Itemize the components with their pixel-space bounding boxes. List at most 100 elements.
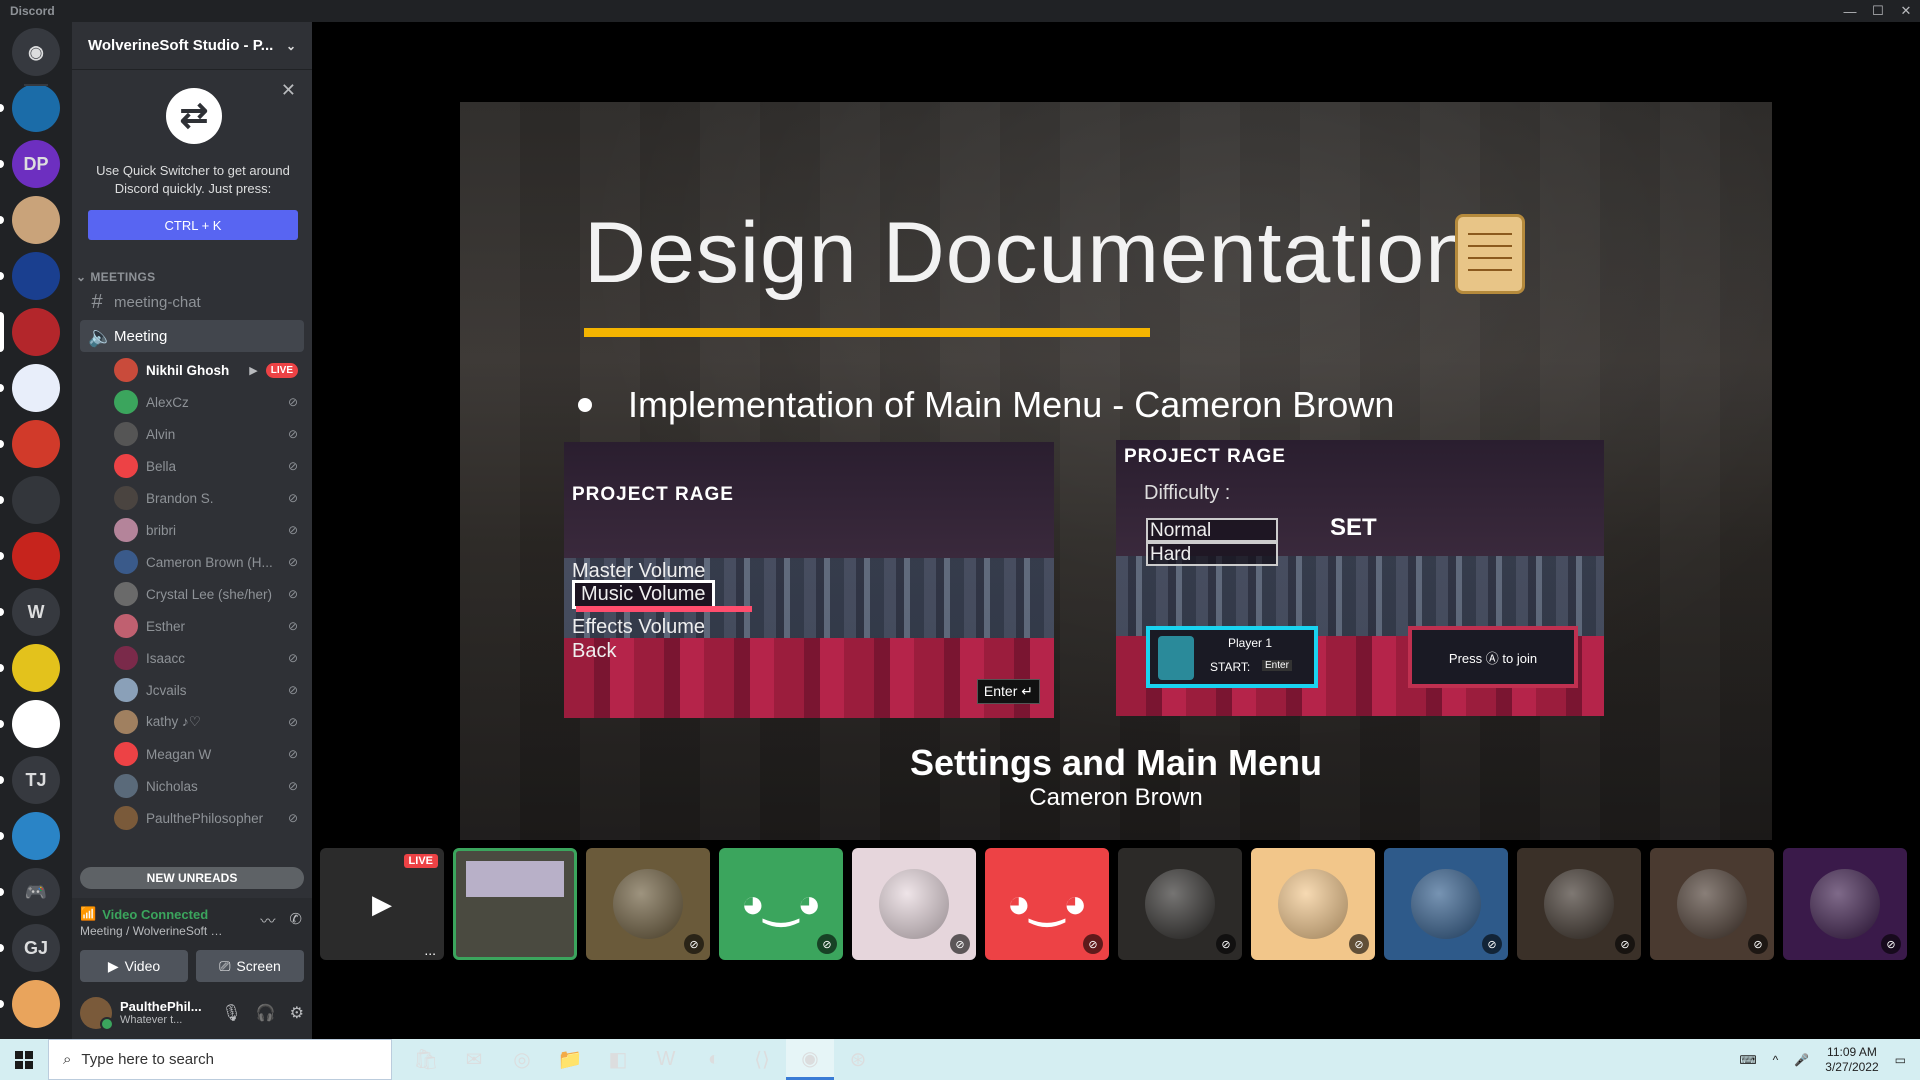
screen-icon: ⎚ <box>219 957 231 974</box>
server-icon[interactable] <box>12 532 60 580</box>
gamepad-icon[interactable]: 🎮 <box>12 868 60 916</box>
participant-tile[interactable]: ⊘ <box>1384 848 1508 960</box>
server-icon[interactable]: GJ <box>12 924 60 972</box>
headphones-icon[interactable]: 🎧 <box>256 1003 276 1023</box>
voice-user[interactable]: Jcvails ⊘ <box>108 674 304 706</box>
voice-user[interactable]: bribri ⊘ <box>108 514 304 546</box>
voice-user[interactable]: Crystal Lee (she/her) ⊘ <box>108 578 304 610</box>
voice-user[interactable]: Nicholas ⊘ <box>108 770 304 802</box>
scroll-icon <box>1455 214 1525 294</box>
server-icon[interactable] <box>12 812 60 860</box>
server-icon[interactable] <box>12 196 60 244</box>
server-icon[interactable] <box>12 420 60 468</box>
discord-taskbar-icon[interactable]: ◉ <box>786 1039 834 1080</box>
notification-icon[interactable]: ▭ <box>1895 1053 1906 1067</box>
keyboard-icon[interactable]: ⌨ <box>1739 1053 1756 1067</box>
server-icon[interactable] <box>12 308 60 356</box>
guild-header[interactable]: WolverineSoft Studio - P... ⌄ <box>72 22 312 70</box>
voice-user-name: Alvin <box>146 426 176 442</box>
server-icon[interactable] <box>12 84 60 132</box>
server-icon[interactable] <box>12 364 60 412</box>
more-icon[interactable]: ... <box>424 942 436 958</box>
minimize-button[interactable]: — <box>1836 0 1864 22</box>
ground-background <box>564 638 1054 718</box>
vscode-icon[interactable]: ⟨⟩ <box>738 1039 786 1080</box>
server-icon[interactable]: W <box>12 588 60 636</box>
category-meetings[interactable]: ⌄ MEETINGS <box>72 270 312 284</box>
taskbar-search[interactable]: ⌕ Type here to search <box>48 1039 392 1080</box>
disconnect-icon[interactable]: ✆ <box>289 910 302 931</box>
voice-channel-meeting[interactable]: 🔈 Meeting <box>80 320 304 352</box>
participant-tile[interactable]: ◕‿◕ ⊘ <box>985 848 1109 960</box>
word-icon[interactable]: W <box>642 1039 690 1080</box>
chevron-up-icon[interactable]: ^ <box>1773 1053 1779 1067</box>
voice-user[interactable]: Brandon S. ⊘ <box>108 482 304 514</box>
voice-user[interactable]: Nikhil Ghosh ▶ LIVE <box>108 354 304 386</box>
avatar <box>114 422 138 446</box>
edge-icon[interactable]: ◐ <box>690 1039 738 1080</box>
voice-user[interactable]: Esther ⊘ <box>108 610 304 642</box>
app-icon[interactable]: ⊛ <box>834 1039 882 1080</box>
avatar <box>114 710 138 734</box>
noise-suppression-icon[interactable]: 〰 <box>260 910 275 931</box>
muted-microphone-icon: ⊘ <box>287 427 298 441</box>
server-icon[interactable]: DP <box>12 140 60 188</box>
participant-tile[interactable]: ⊘ <box>1251 848 1375 960</box>
server-icon[interactable] <box>12 700 60 748</box>
server-icon[interactable] <box>12 476 60 524</box>
close-icon[interactable]: ✕ <box>281 80 296 101</box>
server-icon[interactable] <box>12 644 60 692</box>
github-icon[interactable]: ◎ <box>498 1039 546 1080</box>
muted-microphone-icon: ⊘ <box>287 779 298 793</box>
participant-tile[interactable]: ⊘ <box>852 848 976 960</box>
avatar[interactable] <box>80 996 114 1031</box>
participant-tile[interactable]: ◕‿◕ ⊘ <box>719 848 843 960</box>
voice-user[interactable]: Meagan W ⊘ <box>108 738 304 770</box>
server-icon[interactable] <box>12 980 60 1028</box>
bullet-text: Implementation of Main Menu - Cameron Br… <box>628 384 1395 425</box>
voice-user[interactable]: PaulthePhilosopher ⊘ <box>108 802 304 834</box>
quick-switcher-shortcut-button[interactable]: CTRL + K <box>88 210 298 240</box>
store-icon[interactable]: 🛍 <box>402 1039 450 1080</box>
participant-tile[interactable]: ⊘ <box>586 848 710 960</box>
server-icon[interactable] <box>12 252 60 300</box>
voice-connection-panel: 📶 Video Connected Meeting / WolverineSof… <box>72 898 312 986</box>
menu-item: Effects Volume <box>572 616 706 638</box>
avatar <box>114 358 138 382</box>
maximize-button[interactable]: ☐ <box>1864 0 1892 22</box>
user-info[interactable]: PaulthePhil... Whatever t... <box>120 999 202 1026</box>
voice-buttons: ▶ Video ⎚ Screen <box>80 950 304 982</box>
voice-user[interactable]: Shan⊘ <box>108 834 304 838</box>
voice-user[interactable]: Bella ⊘ <box>108 450 304 482</box>
focused-stream-tile[interactable] <box>453 848 577 960</box>
clock[interactable]: 11:09 AM 3/27/2022 <box>1825 1045 1878 1075</box>
close-window-button[interactable]: ✕ <box>1892 0 1920 22</box>
mail-icon[interactable]: ✉ <box>450 1039 498 1080</box>
voice-user[interactable]: kathy ♪♡ ⊘ <box>108 706 304 738</box>
server-icon[interactable]: TJ <box>12 756 60 804</box>
voice-user[interactable]: Isaacc ⊘ <box>108 642 304 674</box>
folder-icon[interactable]: 📁 <box>546 1039 594 1080</box>
muted-microphone-icon: ⊘ <box>1881 934 1901 954</box>
channel-meeting-chat[interactable]: # meeting-chat <box>80 286 304 318</box>
discord-home-icon[interactable]: ◉ <box>12 28 60 76</box>
voice-user[interactable]: AlexCz ⊘ <box>108 386 304 418</box>
voice-user[interactable]: Alvin ⊘ <box>108 418 304 450</box>
video-button[interactable]: ▶ Video <box>80 950 188 982</box>
shared-screen-slide[interactable]: Design Documentation Implementation of M… <box>460 102 1772 840</box>
mute-microphone-icon[interactable]: 🎙 <box>221 1003 241 1023</box>
participant-tile[interactable]: ⊘ <box>1517 848 1641 960</box>
windows-taskbar: ⌕ Type here to search 🛍 ✉ ◎ 📁 ◧ W ◐ ⟨⟩ ◉… <box>0 1039 1920 1080</box>
participant-tile[interactable]: ⊘ <box>1650 848 1774 960</box>
gear-icon[interactable]: ⚙ <box>290 1003 304 1023</box>
muted-microphone-icon: ⊘ <box>287 747 298 761</box>
participant-tile[interactable]: ⊘ <box>1783 848 1907 960</box>
start-button[interactable] <box>0 1039 48 1080</box>
office-icon[interactable]: ◧ <box>594 1039 642 1080</box>
participant-tile[interactable]: ⊘ <box>1118 848 1242 960</box>
voice-user[interactable]: Cameron Brown (H... ⊘ <box>108 546 304 578</box>
stream-preview-tile[interactable]: LIVE ▶ ... <box>320 848 444 960</box>
new-unreads-button[interactable]: NEW UNREADS <box>80 867 304 889</box>
screen-share-button[interactable]: ⎚ Screen <box>196 950 304 982</box>
microphone-icon[interactable]: 🎤 <box>1794 1053 1809 1067</box>
